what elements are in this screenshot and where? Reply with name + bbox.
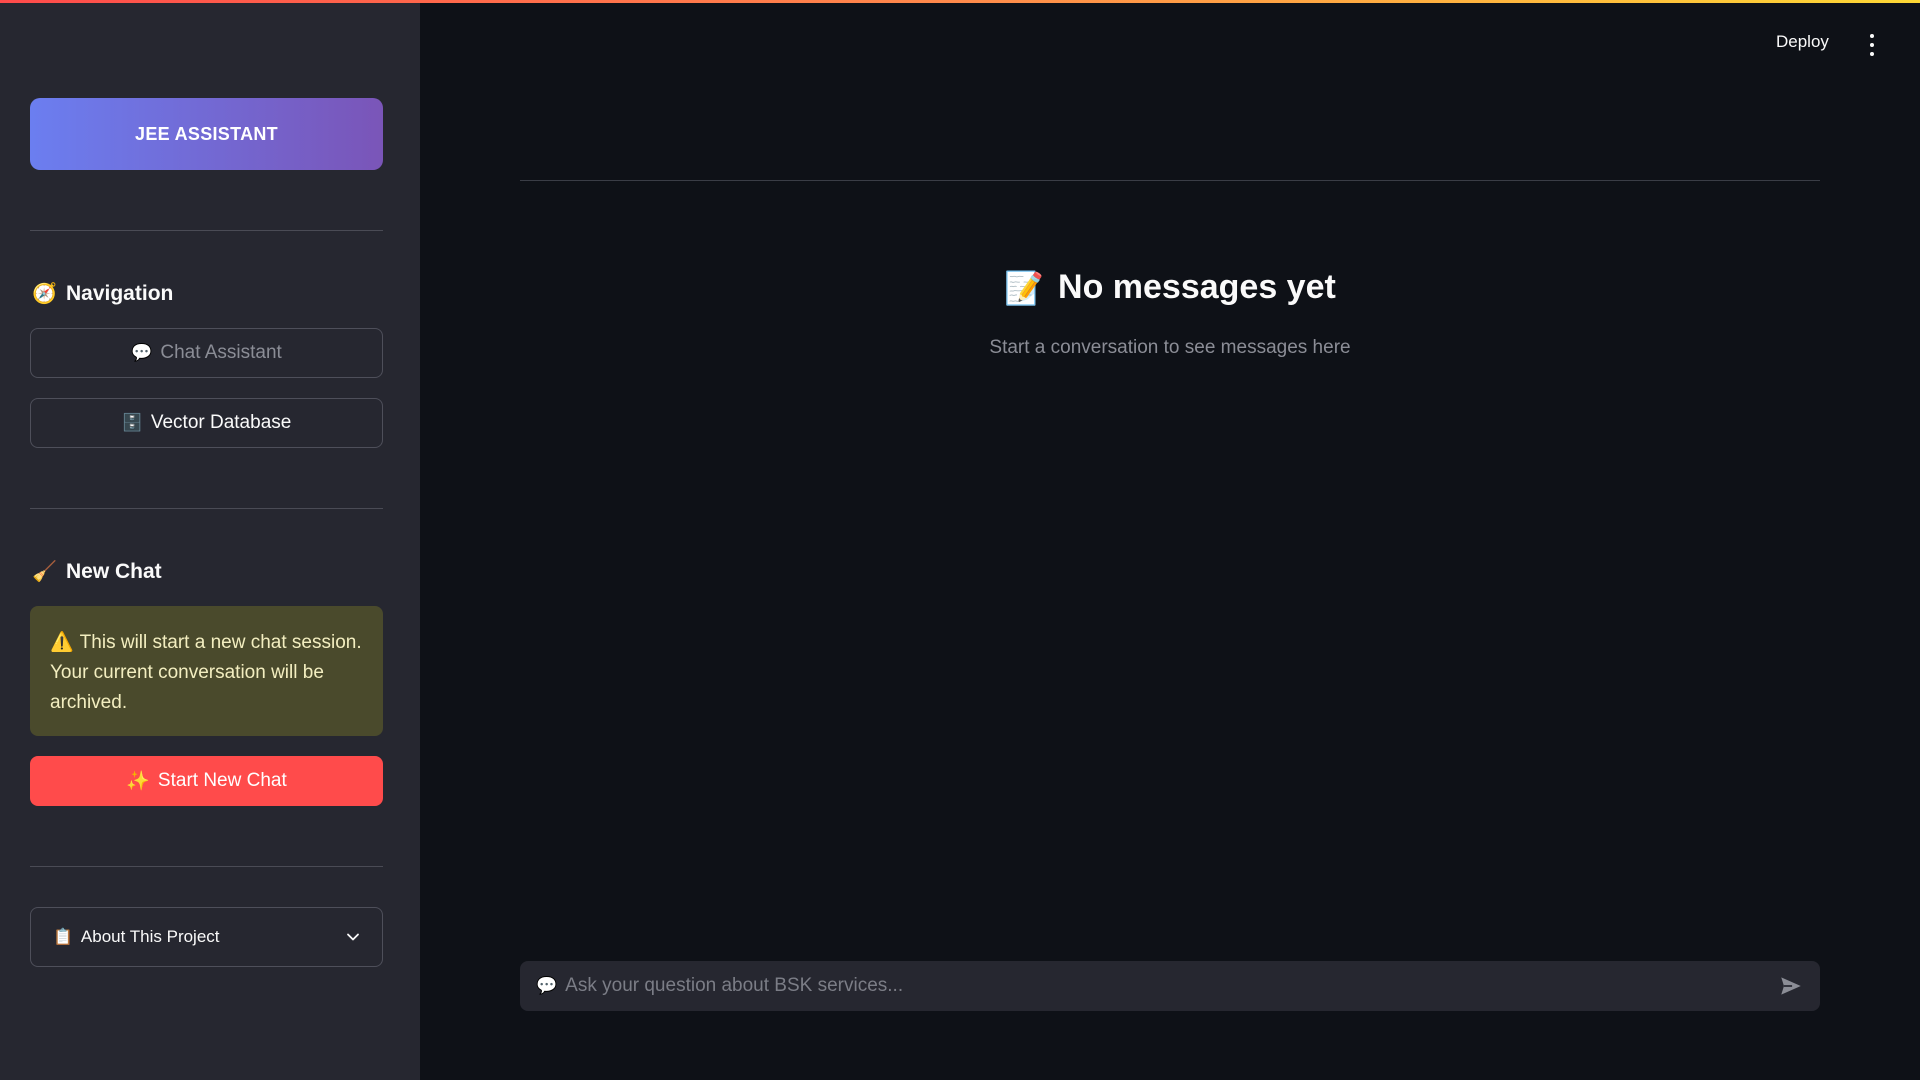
compass-icon: 🧭 — [32, 283, 57, 305]
sidebar-divider — [30, 508, 383, 509]
file-cabinet-icon: 🗄️ — [121, 413, 143, 432]
brand-banner: JEE ASSISTANT — [30, 98, 383, 170]
sparkles-icon: ✨ — [126, 771, 150, 792]
new-chat-heading: 🧹 New Chat — [32, 559, 162, 584]
memo-icon: 📝 — [1004, 269, 1045, 306]
sidebar-divider — [30, 230, 383, 231]
chat-input[interactable] — [565, 975, 1778, 997]
clipboard-icon: 📋 — [53, 929, 73, 946]
about-project-expander[interactable]: 📋 About This Project — [30, 907, 383, 967]
send-icon[interactable] — [1778, 973, 1804, 999]
sidebar-divider — [30, 866, 383, 867]
chat-assistant-button[interactable]: 💬 Chat Assistant — [30, 328, 383, 378]
chevron-down-icon — [347, 933, 359, 941]
empty-state-title-text: No messages yet — [1058, 268, 1336, 306]
start-new-chat-button[interactable]: ✨ Start New Chat — [30, 756, 383, 806]
broom-icon: 🧹 — [32, 561, 57, 583]
navigation-heading-label: Navigation — [66, 281, 174, 305]
speech-bubble-icon: 💬 — [536, 976, 558, 995]
chat-input-bar: 💬 — [520, 961, 1820, 1011]
empty-state-subtitle: Start a conversation to see messages her… — [989, 337, 1351, 358]
new-chat-warning: ⚠️ This will start a new chat session. Yo… — [30, 606, 383, 736]
warning-text: This will start a new chat session. Your… — [50, 632, 362, 713]
speech-bubble-icon: 💬 — [131, 343, 153, 362]
sidebar: JEE ASSISTANT 🧭 Navigation 💬 Chat Assist… — [0, 0, 420, 1080]
new-chat-heading-label: New Chat — [66, 559, 162, 583]
chat-assistant-label: Chat Assistant — [160, 342, 282, 363]
empty-state-title: 📝 No messages yet — [520, 268, 1820, 307]
start-new-chat-label: Start New Chat — [157, 770, 287, 791]
main-divider — [520, 180, 1820, 181]
navigation-heading: 🧭 Navigation — [32, 281, 173, 306]
vector-database-button[interactable]: 🗄️ Vector Database — [30, 398, 383, 448]
deploy-button[interactable]: Deploy — [1776, 32, 1829, 52]
warning-icon: ⚠️ — [50, 632, 74, 653]
kebab-menu-icon[interactable] — [1862, 34, 1882, 56]
top-decoration-bar — [0, 0, 1920, 3]
vector-database-label: Vector Database — [150, 412, 292, 433]
about-project-label: About This Project — [80, 927, 220, 946]
